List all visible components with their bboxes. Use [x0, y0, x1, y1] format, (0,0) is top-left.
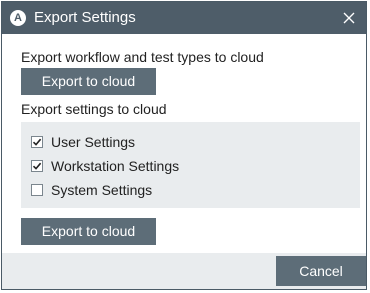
workstation-settings-label: Workstation Settings — [51, 157, 180, 174]
option-system-settings[interactable]: System Settings — [31, 181, 152, 199]
checkmark-icon — [32, 162, 42, 170]
close-icon — [343, 12, 355, 24]
system-settings-checkbox[interactable] — [31, 184, 43, 196]
export-workflow-button[interactable]: Export to cloud — [21, 68, 156, 95]
app-logo-icon: A — [10, 10, 26, 26]
user-settings-checkbox[interactable] — [31, 136, 43, 148]
close-button[interactable] — [338, 7, 360, 29]
window-title: Export Settings — [34, 9, 136, 26]
user-settings-label: User Settings — [51, 133, 136, 150]
workflow-export-label: Export workflow and test types to cloud — [21, 49, 264, 65]
title-bar[interactable]: A Export Settings — [2, 2, 366, 34]
workstation-settings-checkbox[interactable] — [31, 160, 43, 172]
system-settings-label: System Settings — [51, 181, 153, 198]
export-settings-button[interactable]: Export to cloud — [21, 218, 156, 245]
export-settings-dialog: A Export Settings Export workflow and te… — [1, 1, 367, 290]
cancel-button[interactable]: Cancel — [276, 256, 366, 286]
option-workstation-settings[interactable]: Workstation Settings — [31, 157, 179, 175]
dialog-footer: Cancel — [2, 253, 366, 289]
settings-options-panel: User Settings Workstation Settings Syste… — [21, 122, 360, 208]
checkmark-icon — [32, 138, 42, 146]
option-user-settings[interactable]: User Settings — [31, 133, 135, 151]
settings-export-label: Export settings to cloud — [21, 101, 167, 117]
